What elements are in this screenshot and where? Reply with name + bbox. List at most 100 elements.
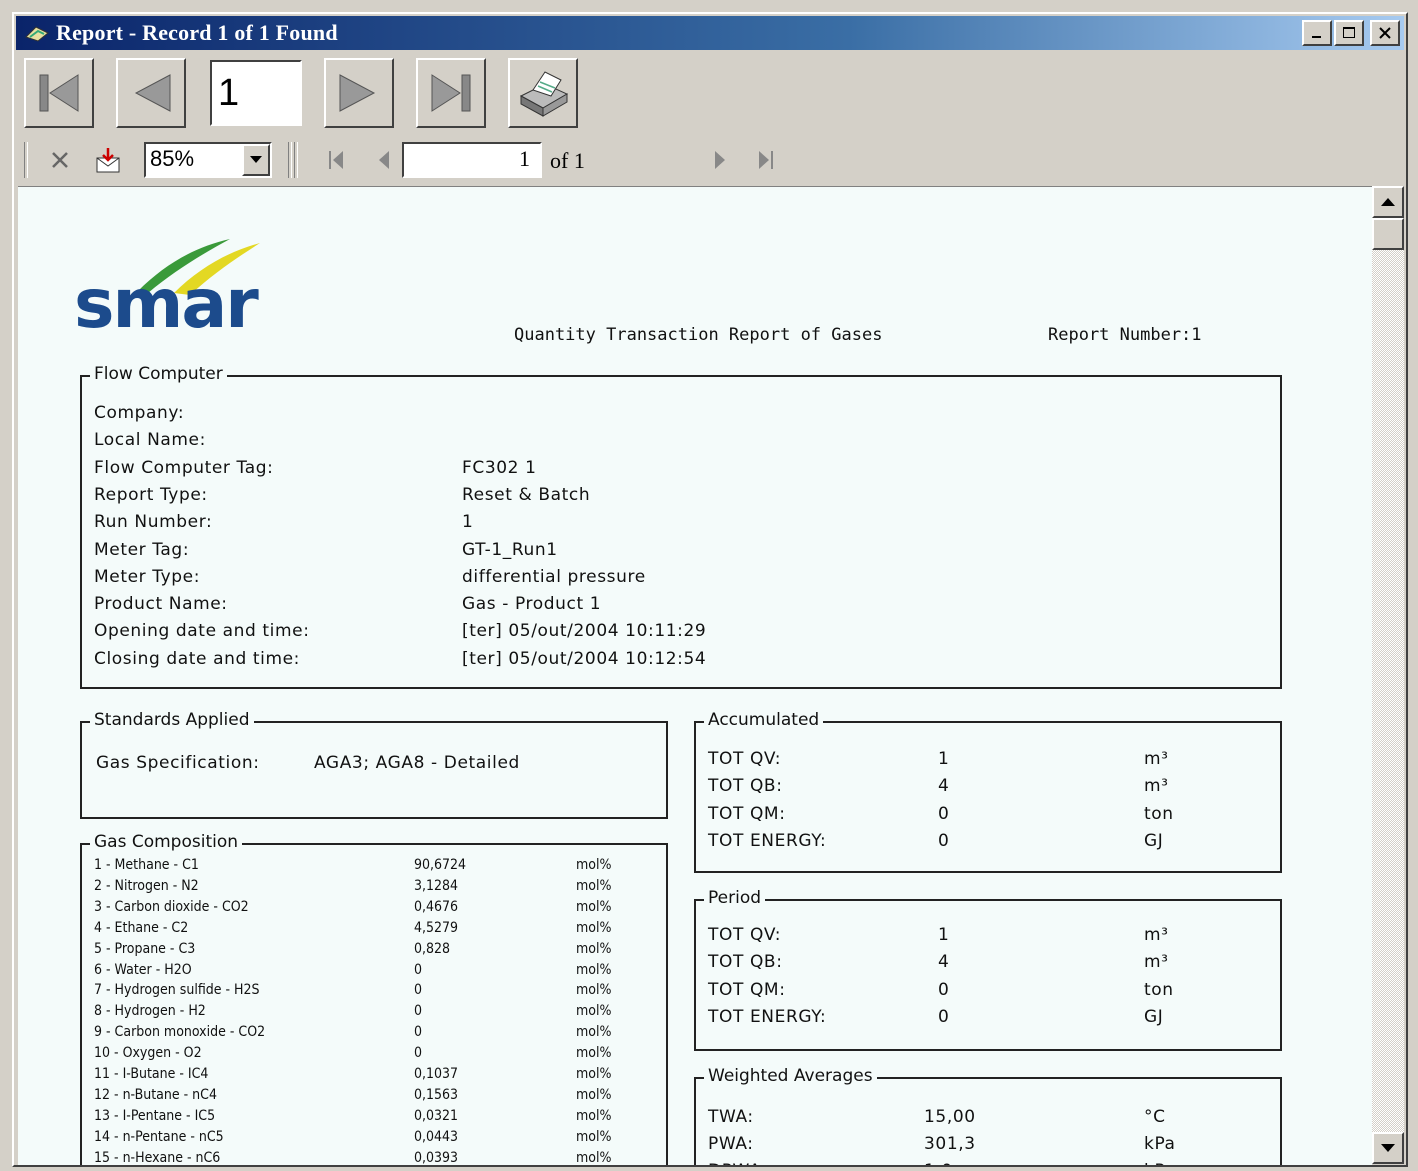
gas-component-name: 4 - Ethane - C2 [94,919,189,936]
weighted-value: 1,0 [924,1161,953,1165]
vertical-scrollbar[interactable] [1372,186,1404,1164]
report-window: Report - Record 1 of 1 Found 1 85% 1 of … [12,12,1408,1167]
gas-component-unit: mol% [576,1003,612,1020]
first-page-icon[interactable] [322,146,350,174]
gas-component-name: 10 - Oxygen - O2 [94,1045,202,1062]
weighted-value: 301,3 [924,1134,976,1154]
next-record-icon [339,74,376,112]
gas-component-value: 3,1284 [414,877,459,894]
gas-component-value: 0 [414,1024,423,1041]
gas-spec-value: AGA3; AGA8 - Detailed [314,753,520,773]
gas-component-unit: mol% [576,1128,612,1145]
gas-component-name: 12 - n-Butane - nC4 [94,1086,217,1103]
last-record-button[interactable] [416,58,486,128]
gas-component-value: 4,5279 [414,919,459,936]
window-title: Report - Record 1 of 1 Found [56,20,338,45]
next-record-button[interactable] [324,58,394,128]
accumulated-label: TOT ENERGY: [708,830,827,851]
gas-component-unit: mol% [576,857,612,873]
weighted-unit: kPa [1144,1134,1176,1154]
weighted-unit: kPa [1144,1161,1176,1165]
print-button[interactable] [508,58,578,128]
toolbar-separator [24,142,28,178]
period-legend: Period [704,888,766,908]
maximize-button[interactable] [1334,20,1364,46]
gas-component-name: 14 - n-Pentane - nC5 [94,1128,224,1145]
weighted-label: DPWA: [708,1161,767,1165]
gas-component-value: 0,0321 [414,1107,459,1124]
flow-computer-label: Flow Computer Tag: [94,457,274,478]
gas-component-value: 0 [414,1003,423,1020]
flow-computer-label: Meter Type: [94,566,201,587]
accumulated-label: TOT QM: [708,803,786,824]
flow-computer-label: Run Number: [94,512,213,533]
next-page-icon[interactable] [706,146,734,174]
gas-component-unit: mol% [576,982,612,999]
flow-computer-value: [ter] 05/out/2004 10:12:54 [462,648,707,669]
title-bar[interactable]: Report - Record 1 of 1 Found [16,16,1404,50]
flow-computer-label: Closing date and time: [94,648,301,669]
last-record-icon [431,74,471,112]
period-group: Period TOT QV: 1 m³ TOT QB: 4 m³ TOT QM: 0 ton TO… [694,888,1282,1051]
gas-component-name: 6 - Water - H2O [94,961,192,978]
gas-component-value: 0,1563 [414,1086,459,1103]
weighted-unit: °C [1144,1107,1166,1127]
report-page: smar Quantity Transaction Report of Gase… [18,186,1372,1165]
viewer-toolbar: 85% 1 of 1 [20,138,1400,182]
accumulated-legend: Accumulated [704,710,824,730]
gas-component-name: 5 - Propane - C3 [94,940,196,957]
accumulated-unit: ton [1144,803,1174,824]
zoom-select[interactable]: 85% [144,142,272,178]
accumulated-group: Accumulated TOT QV: 1 m³ TOT QB: 4 m³ TOT QM: 0… [694,710,1282,873]
flow-computer-group: Flow Computer Company: Local Name: Flow Co… [80,364,1282,689]
flow-computer-value: 1 [462,512,474,533]
scroll-up-button[interactable] [1372,186,1404,218]
accumulated-unit: GJ [1144,830,1164,851]
period-unit: m³ [1144,925,1169,945]
scroll-thumb[interactable] [1372,218,1404,250]
period-value: 1 [938,925,950,945]
minimize-button[interactable] [1302,20,1332,46]
gas-component-value: 0 [414,982,423,999]
previous-record-button[interactable] [116,58,186,128]
gas-component-value: 0 [414,1045,423,1062]
weighted-averages-legend: Weighted Averages [704,1066,877,1086]
gas-component-unit: mol% [576,1086,612,1103]
gas-component-value: 0,0393 [414,1149,459,1165]
smar-logo: smar [74,265,259,344]
accumulated-label: TOT QB: [708,776,783,797]
gas-component-name: 1 - Methane - C1 [94,857,199,873]
close-report-icon[interactable] [46,146,74,174]
flow-computer-value: Gas - Product 1 [462,594,602,615]
page-number-input[interactable]: 1 [402,142,542,178]
period-unit: GJ [1144,1006,1164,1027]
arrow-up-icon [1381,198,1395,206]
toolbar-separator [288,142,292,178]
previous-page-icon[interactable] [370,146,398,174]
record-navigator: 1 [20,58,620,132]
gas-component-name: 2 - Nitrogen - N2 [94,877,199,894]
flow-computer-value: FC302 1 [462,457,537,478]
scroll-down-button[interactable] [1372,1132,1404,1164]
gas-component-unit: mol% [576,1045,612,1062]
chevron-down-icon[interactable] [242,144,270,176]
weighted-averages-group: Weighted Averages TWA: 15,00 °C PWA: 301,3 kP… [694,1066,1282,1165]
flow-computer-value: [ter] 05/out/2004 10:11:29 [462,621,707,642]
gas-component-name: 15 - n-Hexane - nC6 [94,1149,221,1165]
flow-computer-label: Product Name: [94,594,228,615]
gas-component-value: 0,828 [414,940,451,957]
accumulated-value: 4 [938,776,950,797]
close-button[interactable] [1370,20,1400,46]
record-number-input[interactable]: 1 [210,60,302,126]
accumulated-unit: m³ [1144,749,1169,769]
flow-computer-label: Local Name: [94,430,206,451]
last-page-icon[interactable] [752,146,780,174]
gas-component-unit: mol% [576,1066,612,1082]
gas-composition-group: Gas Composition 1 - Methane - C1 90,6724 m… [80,832,668,1165]
flow-computer-legend: Flow Computer [90,364,227,384]
toolbar-separator [294,142,298,178]
previous-record-icon [134,74,171,112]
export-icon[interactable] [94,146,122,174]
gas-component-value: 0,0443 [414,1128,459,1145]
first-record-button[interactable] [24,58,94,128]
